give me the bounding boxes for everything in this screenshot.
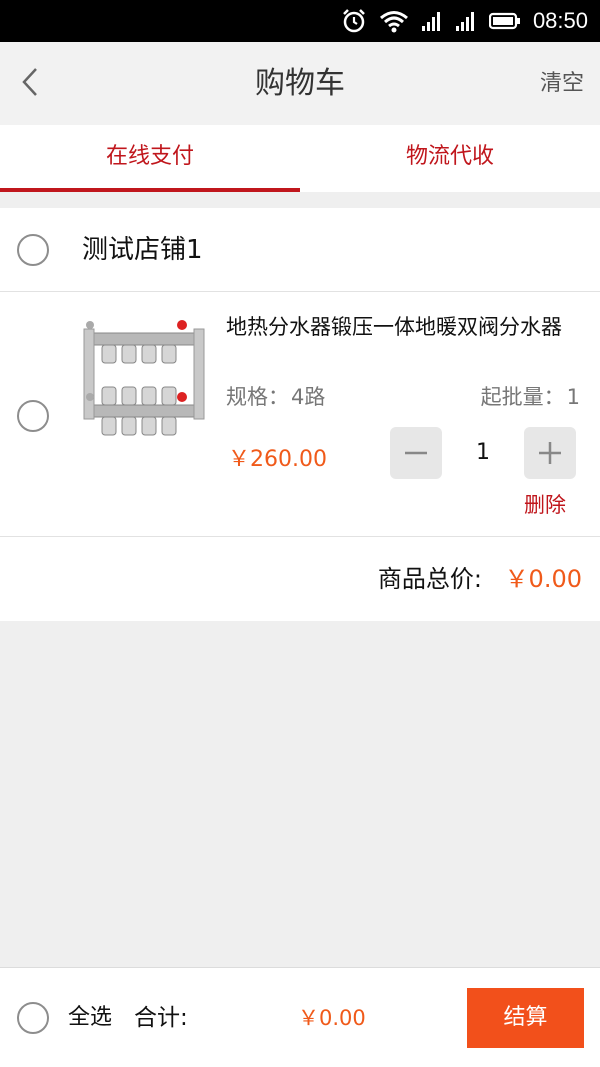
select-all-label[interactable]: 全选 bbox=[68, 968, 112, 1067]
back-button[interactable] bbox=[8, 60, 52, 104]
alarm-icon bbox=[343, 9, 365, 33]
store-name: 测试店铺1 bbox=[82, 235, 203, 265]
chevron-left-icon bbox=[22, 68, 37, 96]
minimum-order: 起批量：1 bbox=[481, 381, 580, 411]
checkout-button[interactable]: 结算 bbox=[467, 988, 584, 1048]
plus-icon bbox=[539, 442, 561, 464]
page-title: 购物车 bbox=[255, 66, 345, 101]
moq-value: 1 bbox=[566, 385, 580, 409]
quantity-stepper: 1 bbox=[390, 427, 576, 479]
total-value: ￥0.00 bbox=[298, 1006, 366, 1030]
subtotal-row: 商品总价: ￥0.00 bbox=[0, 538, 600, 621]
moq-label: 起批量： bbox=[480, 385, 565, 409]
spec-label: 规格： bbox=[226, 385, 289, 409]
select-all-radio[interactable] bbox=[17, 1002, 49, 1034]
status-bar: 08:50 bbox=[0, 0, 600, 42]
delete-item-button[interactable]: 删除 bbox=[524, 489, 566, 519]
spec-value: 4路 bbox=[291, 385, 326, 409]
store-select-radio[interactable] bbox=[17, 234, 49, 266]
cart-store-card: 测试店铺1 地热分水器锻压一体地暖双阀分水器 规格：4路 起批量：1 ￥260.… bbox=[0, 208, 600, 621]
product-image[interactable] bbox=[80, 311, 212, 443]
signal-icon bbox=[421, 12, 440, 31]
quantity-value[interactable]: 1 bbox=[442, 427, 524, 479]
decrease-quantity-button[interactable] bbox=[390, 427, 442, 479]
product-price: ￥260.00 bbox=[228, 447, 327, 472]
payment-tabs: 在线支付 物流代收 bbox=[0, 125, 600, 192]
subtotal-label: 商品总价: bbox=[377, 565, 482, 593]
product-title[interactable]: 地热分水器锻压一体地暖双阀分水器 bbox=[226, 313, 586, 341]
status-icons: 08:50 bbox=[341, 0, 588, 42]
increase-quantity-button[interactable] bbox=[524, 427, 576, 479]
nav-bar: 购物车 清空 bbox=[0, 42, 600, 125]
subtotal-value: ￥0.00 bbox=[504, 565, 582, 593]
minus-icon bbox=[405, 451, 427, 455]
wifi-icon bbox=[379, 11, 408, 33]
item-select-radio[interactable] bbox=[17, 400, 49, 432]
tab-online-payment[interactable]: 在线支付 bbox=[0, 125, 300, 192]
status-time: 08:50 bbox=[532, 8, 588, 33]
battery-icon bbox=[488, 12, 520, 30]
tab-cash-on-delivery[interactable]: 物流代收 bbox=[300, 125, 600, 192]
total-label: 合计: bbox=[134, 1005, 188, 1031]
checkout-bar: 全选 合计: ￥0.00 结算 bbox=[0, 967, 600, 1067]
signal-icon bbox=[455, 12, 474, 31]
clear-button[interactable]: 清空 bbox=[540, 42, 584, 125]
product-spec: 规格：4路 bbox=[226, 381, 325, 411]
store-row: 测试店铺1 bbox=[0, 208, 600, 292]
cart-item: 地热分水器锻压一体地暖双阀分水器 规格：4路 起批量：1 ￥260.00 1 删… bbox=[0, 293, 600, 537]
